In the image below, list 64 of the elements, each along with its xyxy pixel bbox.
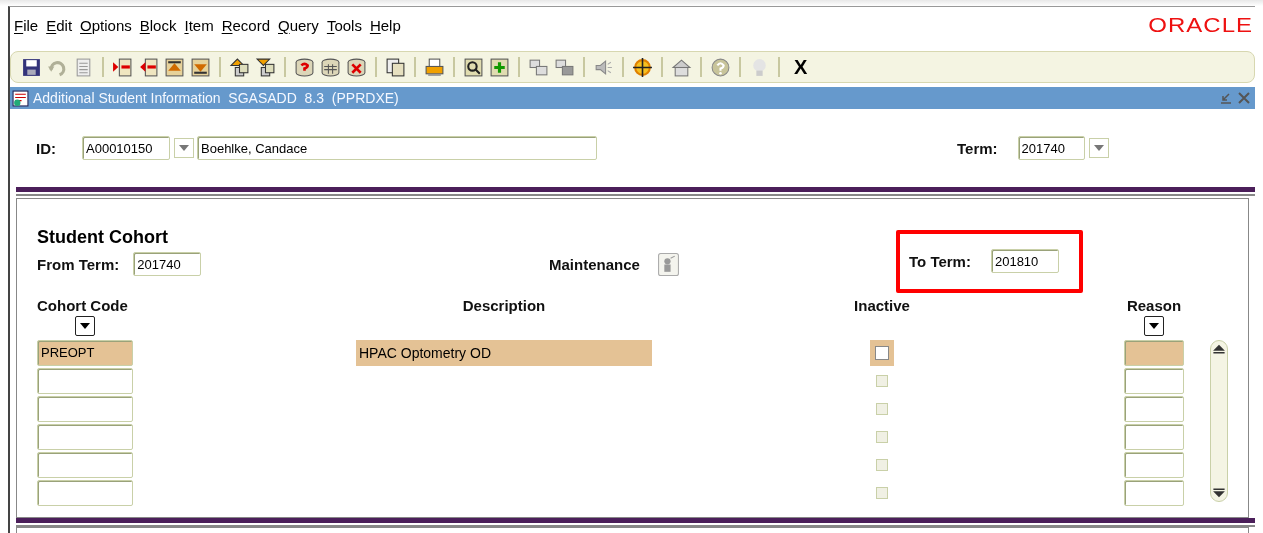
menu-item[interactable]: Block: [139, 16, 177, 34]
menu-item[interactable]: Record: [221, 16, 270, 34]
column-header: Cohort Code: [37, 297, 129, 314]
dropdown-button[interactable]: [75, 316, 95, 336]
reason-field[interactable]: [1124, 480, 1184, 506]
reason-field[interactable]: [1124, 424, 1184, 450]
maintenance-label: Maintenance: [549, 256, 640, 273]
first-record-icon[interactable]: [164, 56, 185, 78]
up-stack-icon[interactable]: [229, 56, 250, 78]
id-field[interactable]: A00010150: [82, 136, 170, 160]
column-header: Description: [461, 297, 547, 314]
cohort-code-field[interactable]: PREOPT: [37, 340, 133, 366]
window-title: Additional Student Information SGASADD 8.3 (PPRDXE): [33, 90, 399, 106]
cohort-code-field[interactable]: [37, 480, 133, 506]
remove-record-icon[interactable]: [138, 56, 159, 78]
menu-item[interactable]: Query: [278, 16, 319, 34]
reason-field[interactable]: [1124, 452, 1184, 478]
down-stack-icon[interactable]: [255, 56, 276, 78]
cohort-code-field[interactable]: [37, 452, 133, 478]
search-icon[interactable]: [463, 56, 484, 78]
menu-item[interactable]: Help: [369, 16, 401, 34]
cohort-code-field[interactable]: [37, 368, 133, 394]
exit-button[interactable]: X: [794, 55, 808, 79]
crosshair-icon[interactable]: [632, 56, 653, 78]
description-cell: HPAC Optometry OD: [356, 340, 652, 366]
term-field[interactable]: 201740: [1017, 136, 1085, 160]
column-header: Inactive: [854, 297, 910, 314]
last-record-icon[interactable]: [190, 56, 211, 78]
menu-item[interactable]: Edit: [46, 16, 73, 34]
reason-field[interactable]: [1124, 368, 1184, 394]
section-title: Student Cohort: [37, 227, 169, 248]
house-icon[interactable]: [671, 56, 692, 78]
scrollbar[interactable]: [1210, 340, 1228, 502]
plus-icon[interactable]: [489, 56, 510, 78]
delete-database-icon[interactable]: [346, 56, 367, 78]
id-label: ID:: [36, 139, 56, 157]
form-icon: [12, 89, 29, 107]
term-label: Term:: [957, 139, 998, 157]
menu-item[interactable]: Options: [80, 16, 132, 34]
from-term-label: From Term:: [37, 255, 120, 273]
reason-field[interactable]: [1124, 340, 1184, 366]
column-header: Reason: [1125, 297, 1183, 314]
to-term-field[interactable]: 201810: [990, 249, 1059, 273]
question-database-icon[interactable]: [294, 56, 315, 78]
database-icon[interactable]: [320, 56, 341, 78]
copy-icon[interactable]: [385, 56, 406, 78]
from-term-field[interactable]: 201740: [133, 252, 202, 276]
up-arrow-icon[interactable]: [1212, 343, 1226, 357]
name-field[interactable]: Boehlke, Candace: [197, 136, 597, 160]
menu-item[interactable]: File: [14, 16, 39, 34]
logo: ORACLE: [1148, 13, 1254, 37]
close-icon[interactable]: [1237, 91, 1251, 105]
cohort-code-field[interactable]: [37, 396, 133, 422]
menu-item[interactable]: Tools: [326, 16, 362, 34]
help-icon[interactable]: [710, 56, 731, 78]
reason-field[interactable]: [1124, 396, 1184, 422]
to-term-label: To Term:: [909, 252, 971, 270]
maintenance-button[interactable]: [657, 253, 679, 276]
dropdown-button[interactable]: [1144, 316, 1164, 336]
printer-icon[interactable]: [424, 56, 445, 78]
insert-record-icon[interactable]: [112, 56, 133, 78]
menu-item[interactable]: Item: [184, 16, 214, 34]
cohort-code-field[interactable]: [37, 424, 133, 450]
minimize-icon[interactable]: [1219, 91, 1233, 105]
